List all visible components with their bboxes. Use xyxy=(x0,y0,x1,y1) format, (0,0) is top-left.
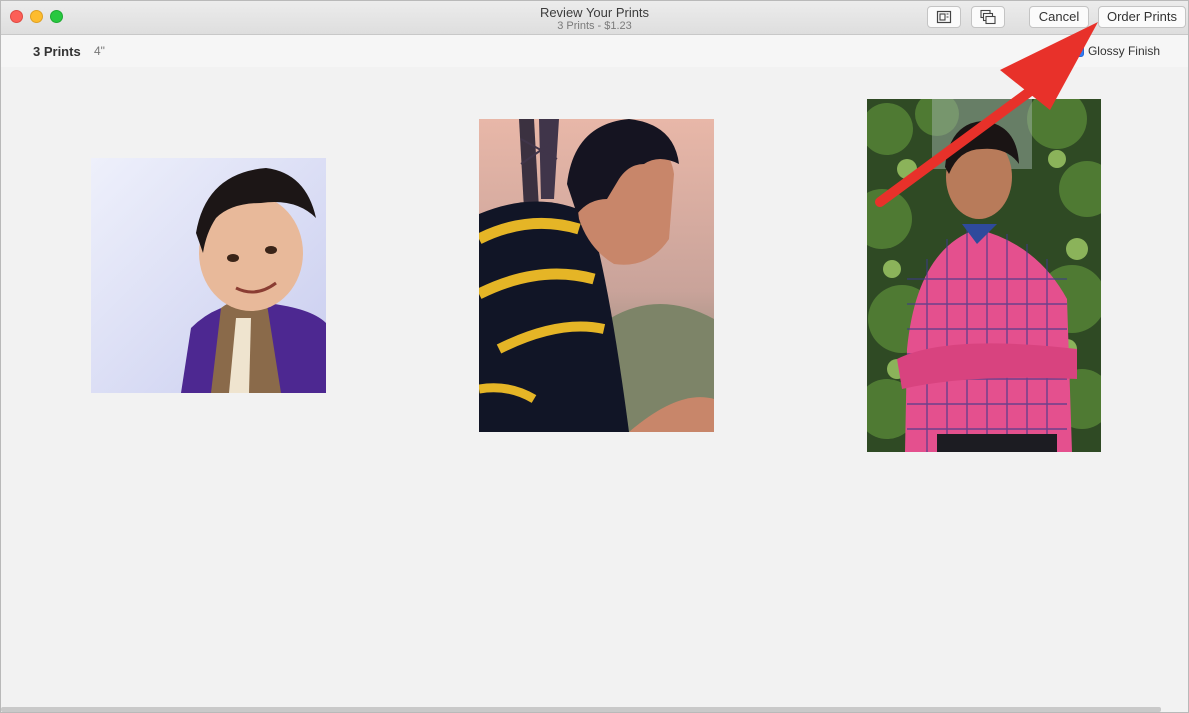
title-block: Review Your Prints 3 Prints - $1.23 xyxy=(1,5,1188,33)
zoom-window-button[interactable] xyxy=(50,10,63,23)
window-title: Review Your Prints xyxy=(539,5,650,20)
minimize-window-button[interactable] xyxy=(30,10,43,23)
portrait-image xyxy=(91,158,326,393)
cancel-button[interactable]: Cancel xyxy=(1029,6,1089,28)
glossy-finish-checkbox[interactable] xyxy=(1071,45,1084,57)
print-photo-2[interactable] xyxy=(479,119,714,432)
window-subtitle: 3 Prints - $1.23 xyxy=(557,20,632,32)
horizontal-scrollbar[interactable] xyxy=(1,707,1161,712)
glossy-finish-option[interactable]: Glossy Finish xyxy=(1071,44,1160,58)
print-photo-1[interactable] xyxy=(91,158,326,393)
title-bar: Review Your Prints 3 Prints - $1.23 Canc… xyxy=(1,1,1188,35)
multi-layout-button[interactable] xyxy=(971,6,1005,28)
print-size-selector[interactable]: 4" xyxy=(94,44,105,58)
print-photo-3[interactable] xyxy=(867,99,1101,452)
single-layout-button[interactable] xyxy=(927,6,961,28)
review-prints-window: Review Your Prints 3 Prints - $1.23 Canc… xyxy=(0,0,1189,713)
portrait-image xyxy=(867,99,1101,452)
single-layout-icon xyxy=(936,10,952,24)
multi-layout-icon xyxy=(980,9,996,25)
glossy-finish-label: Glossy Finish xyxy=(1087,44,1160,58)
order-prints-button[interactable]: Order Prints xyxy=(1098,6,1186,28)
print-count: 3 Prints xyxy=(33,44,81,59)
print-options-bar: 3 Prints 4" Glossy Finish xyxy=(1,35,1188,67)
close-window-button[interactable] xyxy=(10,10,23,23)
portrait-image xyxy=(479,119,714,432)
